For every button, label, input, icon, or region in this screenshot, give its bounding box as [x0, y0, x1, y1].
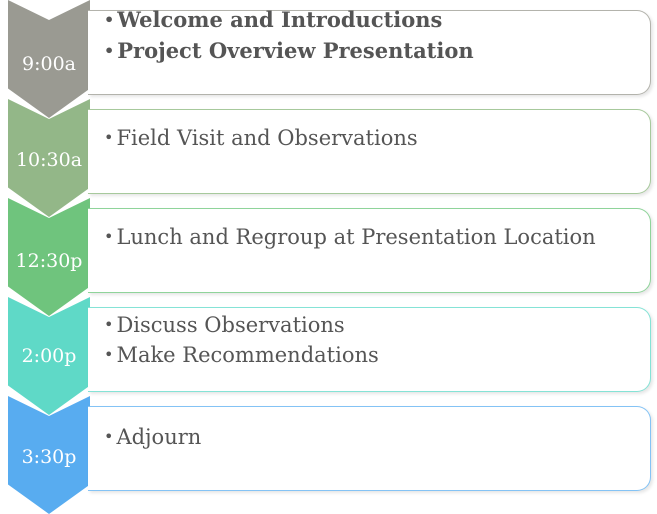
agenda-item-text: Make Recommendations: [116, 343, 379, 367]
agenda-item: • Field Visit and Observations: [104, 125, 418, 153]
bullet-icon: •: [104, 315, 114, 334]
time-label: 3:30p: [21, 446, 77, 468]
agenda-item: • Lunch and Regroup at Presentation Locat…: [104, 224, 596, 252]
bullet-icon: •: [104, 345, 114, 364]
agenda-item-text: Project Overview Presentation: [117, 38, 474, 63]
agenda-item: • Project Overview Presentation: [104, 38, 474, 66]
bullet-icon: •: [104, 227, 114, 246]
agenda-item: • Welcome and Introductions: [104, 7, 442, 35]
time-label: 12:30p: [15, 250, 83, 272]
bullet-icon: •: [104, 128, 114, 147]
agenda-item-text: Adjourn: [116, 425, 202, 449]
time-label: 2:00p: [21, 345, 77, 367]
agenda-item: • Adjourn: [104, 424, 201, 452]
bullet-icon: •: [104, 427, 114, 446]
agenda-item-text: Welcome and Introductions: [117, 7, 443, 32]
bullet-icon: •: [104, 41, 115, 60]
bullet-icon: •: [104, 10, 115, 29]
agenda-item-text: Field Visit and Observations: [116, 126, 418, 150]
time-label: 9:00a: [22, 53, 76, 75]
agenda-item: • Discuss Observations: [104, 312, 345, 340]
agenda-item-text: Discuss Observations: [116, 313, 345, 337]
agenda-item: • Make Recommendations: [104, 342, 379, 370]
time-label: 10:30a: [15, 149, 83, 171]
agenda-item-text: Lunch and Regroup at Presentation Locati…: [116, 225, 596, 249]
